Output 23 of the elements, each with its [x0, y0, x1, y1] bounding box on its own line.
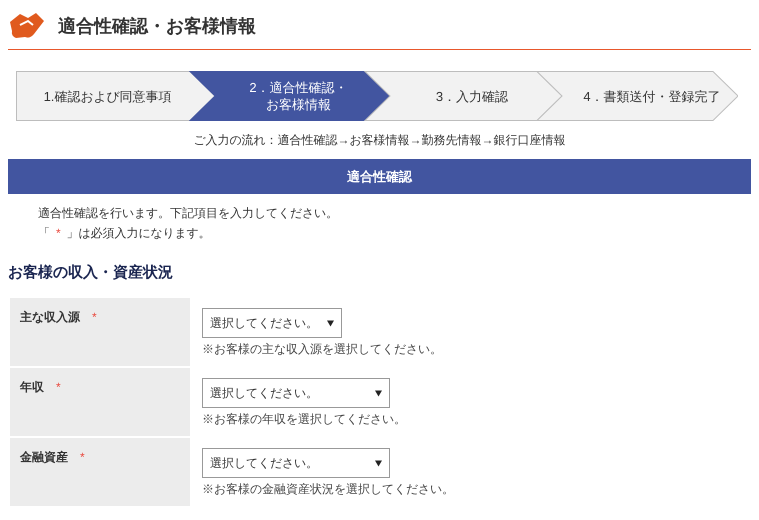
select-field[interactable]: 選択してください。: [202, 308, 342, 338]
page-title: 適合性確認・お客様情報: [58, 14, 256, 38]
section-bar: 適合性確認: [8, 159, 751, 194]
required-mark: *: [80, 449, 85, 466]
required-mark: *: [92, 309, 97, 326]
select-field[interactable]: 選択してください。: [202, 448, 390, 478]
field-hint: ※お客様の年収を選択してください。: [202, 411, 406, 428]
caret-icon: [375, 460, 382, 466]
field-label: 主な収入源: [20, 309, 80, 326]
bracket-text: 「: [38, 225, 50, 242]
required-note: 」は必須入力になります。: [66, 225, 211, 242]
select-field[interactable]: 選択してください。: [202, 378, 390, 408]
required-mark: *: [56, 379, 61, 396]
field-hint: ※お客様の主な収入源を選択してください。: [202, 341, 442, 358]
field-label: 金融資産: [20, 449, 68, 466]
flow-note: ご入力の流れ：適合性確認→お客様情報→勤務先情報→銀行口座情報: [194, 132, 566, 149]
caret-icon: [327, 320, 334, 326]
caret-icon: [375, 390, 382, 396]
intro-text: 適合性確認を行います。下記項目を入力してください。: [38, 205, 339, 222]
section-heading: お客様の収入・資産状況: [8, 264, 173, 281]
field-label: 年収: [20, 379, 44, 396]
required-mark: *: [55, 225, 62, 242]
field-hint: ※お客様の金融資産状況を選択してください。: [202, 481, 454, 498]
